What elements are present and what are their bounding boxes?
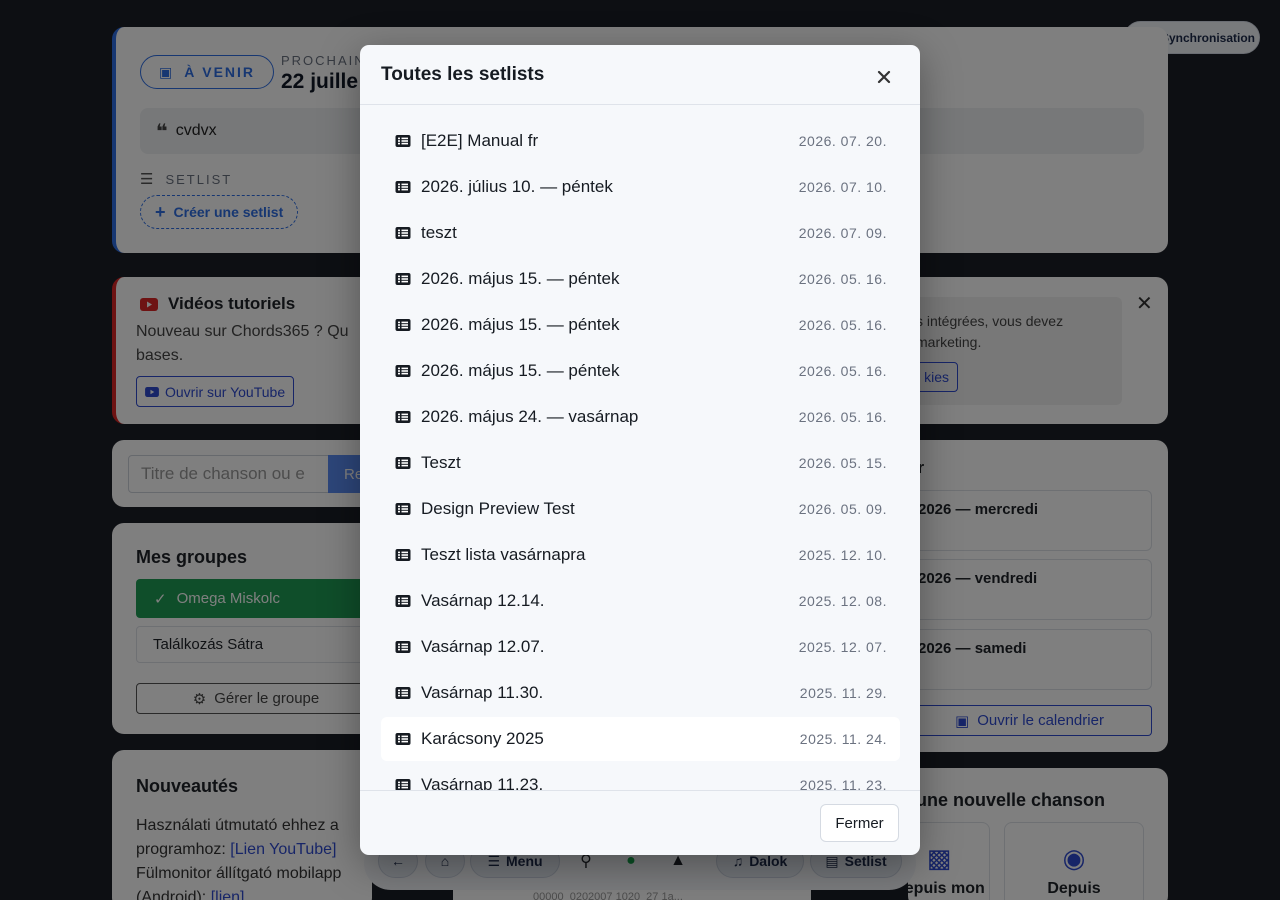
modal-header: Toutes les setlists xyxy=(360,45,920,105)
setlist-name: 2026. július 10. — péntek xyxy=(421,177,613,196)
list-alt-icon xyxy=(395,733,411,745)
setlist-date: 2025. 12. 07. xyxy=(798,639,887,655)
setlist-item[interactable]: teszt 2026. 07. 09. xyxy=(381,211,900,255)
setlist-date: 2025. 12. 10. xyxy=(798,547,887,563)
setlist-name: 2026. május 15. — péntek xyxy=(421,361,620,380)
setlist-date: 2026. 05. 16. xyxy=(798,317,887,333)
setlist-item[interactable]: Teszt 2026. 05. 15. xyxy=(381,441,900,485)
list-alt-icon xyxy=(395,503,411,515)
setlist-name: 2026. május 24. — vasárnap xyxy=(421,407,639,426)
close-icon xyxy=(877,70,891,84)
setlist-list[interactable]: [E2E] Manual fr 2026. 07. 20. 2026. július… xyxy=(360,106,920,790)
setlist-item[interactable]: [E2E] Manual fr 2026. 07. 20. xyxy=(381,119,900,163)
setlist-date: 2026. 05. 15. xyxy=(798,455,887,471)
setlist-name: Vasárnap 12.07. xyxy=(421,637,545,656)
setlist-date: 2025. 12. 08. xyxy=(798,593,887,609)
setlist-name: teszt xyxy=(421,223,457,242)
list-alt-icon xyxy=(395,135,411,147)
setlist-name: 2026. május 15. — péntek xyxy=(421,269,620,288)
setlist-name: 2026. május 15. — péntek xyxy=(421,315,620,334)
setlist-name: Teszt xyxy=(421,453,461,472)
setlist-date: 2025. 11. 23. xyxy=(799,777,887,790)
setlist-item[interactable]: Teszt lista vasárnapra 2025. 12. 10. xyxy=(381,533,900,577)
modal-title: Toutes les setlists xyxy=(381,64,545,85)
setlist-date: 2026. 07. 20. xyxy=(798,133,887,149)
list-alt-icon xyxy=(395,779,411,790)
setlist-item[interactable]: Karácsony 2025 2025. 11. 24. xyxy=(381,717,900,761)
setlist-item[interactable]: Vasárnap 11.23. 2025. 11. 23. xyxy=(381,763,900,790)
all-setlists-modal: Toutes les setlists [E2E] Manual fr 2026.… xyxy=(360,45,920,855)
setlist-date: 2025. 11. 24. xyxy=(799,731,887,747)
setlist-name: Vasárnap 12.14. xyxy=(421,591,545,610)
setlist-name: Karácsony 2025 xyxy=(421,729,544,748)
setlist-date: 2026. 05. 16. xyxy=(798,271,887,287)
setlist-name: Teszt lista vasárnapra xyxy=(421,545,586,564)
setlist-item[interactable]: Vasárnap 11.30. 2025. 11. 29. xyxy=(381,671,900,715)
setlist-date: 2025. 11. 29. xyxy=(799,685,887,701)
setlist-item[interactable]: Design Preview Test 2026. 05. 09. xyxy=(381,487,900,531)
list-alt-icon xyxy=(395,227,411,239)
list-alt-icon xyxy=(395,319,411,331)
setlist-item[interactable]: 2026. május 15. — péntek 2026. 05. 16. xyxy=(381,349,900,393)
setlist-name: Vasárnap 11.23. xyxy=(421,775,544,790)
close-button[interactable] xyxy=(872,65,896,89)
setlist-date: 2026. 05. 16. xyxy=(798,409,887,425)
list-alt-icon xyxy=(395,595,411,607)
list-alt-icon xyxy=(395,641,411,653)
list-alt-icon xyxy=(395,411,411,423)
setlist-name: Vasárnap 11.30. xyxy=(421,683,544,702)
setlist-item[interactable]: 2026. május 15. — péntek 2026. 05. 16. xyxy=(381,257,900,301)
setlist-date: 2026. 05. 16. xyxy=(798,363,887,379)
list-alt-icon xyxy=(395,365,411,377)
setlist-name: [E2E] Manual fr xyxy=(421,131,539,150)
setlist-item[interactable]: 2026. július 10. — péntek 2026. 07. 10. xyxy=(381,165,900,209)
list-alt-icon xyxy=(395,457,411,469)
setlist-date: 2026. 07. 10. xyxy=(798,179,887,195)
setlist-item[interactable]: 2026. május 24. — vasárnap 2026. 05. 16. xyxy=(381,395,900,439)
setlist-item[interactable]: Vasárnap 12.07. 2025. 12. 07. xyxy=(381,625,900,669)
setlist-date: 2026. 07. 09. xyxy=(798,225,887,241)
setlist-item[interactable]: 2026. május 15. — péntek 2026. 05. 16. xyxy=(381,303,900,347)
modal-footer: Fermer xyxy=(360,790,920,855)
list-alt-icon xyxy=(395,687,411,699)
list-alt-icon xyxy=(395,181,411,193)
list-alt-icon xyxy=(395,549,411,561)
setlist-date: 2026. 05. 09. xyxy=(798,501,887,517)
list-alt-icon xyxy=(395,273,411,285)
setlist-name: Design Preview Test xyxy=(421,499,575,518)
close-modal-button[interactable]: Fermer xyxy=(820,804,899,842)
setlist-item[interactable]: Vasárnap 12.14. 2025. 12. 08. xyxy=(381,579,900,623)
